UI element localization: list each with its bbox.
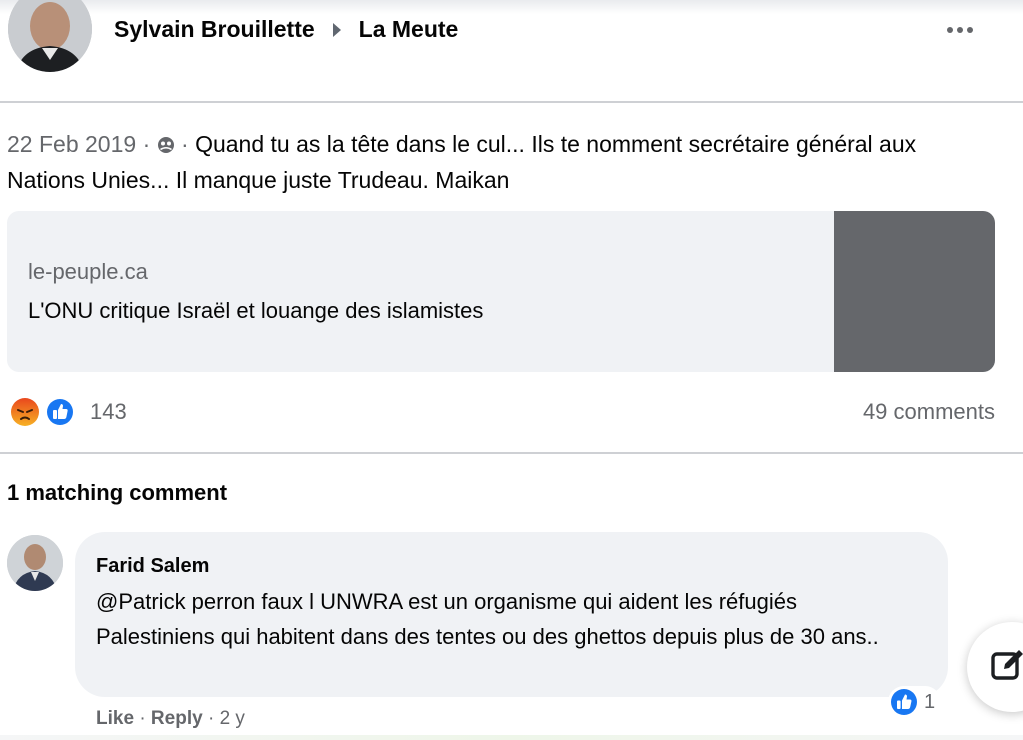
comment-text: @Patrick perron faux l UNWRA est un orga… xyxy=(96,589,879,649)
post-body: 22 Feb 2019 · · Quand tu as la tête dans… xyxy=(7,126,967,198)
comment-like-button[interactable]: Like xyxy=(96,708,134,729)
reactions-row: 143 49 comments xyxy=(0,392,1023,436)
action-separator: · xyxy=(139,708,146,729)
comment-like-count: 1 xyxy=(924,690,936,713)
group-privacy-icon[interactable] xyxy=(157,136,175,154)
meta-separator: · xyxy=(142,131,151,157)
author-line: Sylvain Brouillette La Meute xyxy=(114,16,458,43)
commenter-avatar-image xyxy=(7,535,63,591)
like-reaction-icon xyxy=(891,689,917,715)
author-avatar[interactable] xyxy=(8,0,92,72)
comment-reaction-badge[interactable]: 1 xyxy=(888,686,942,718)
link-preview-card[interactable]: le-peuple.ca L'ONU critique Israël et lo… xyxy=(7,211,995,372)
comment-reply-button[interactable]: Reply xyxy=(151,708,203,729)
link-domain: le-peuple.ca xyxy=(28,259,148,284)
reaction-count[interactable]: 143 xyxy=(90,399,127,425)
new-message-button[interactable] xyxy=(967,622,1023,712)
comment-actions: Like · Reply · 2 y xyxy=(96,708,245,730)
more-dot-icon xyxy=(967,27,973,33)
comment-bubble: Farid Salem @Patrick perron faux l UNWRA… xyxy=(75,532,948,697)
like-reaction-icon[interactable] xyxy=(45,397,75,427)
action-separator: · xyxy=(207,708,215,729)
angry-reaction-icon[interactable] xyxy=(10,397,40,427)
post-header: Sylvain Brouillette La Meute xyxy=(0,0,1023,100)
header-divider xyxy=(0,101,1023,103)
author-name-link[interactable]: Sylvain Brouillette xyxy=(114,16,315,43)
link-thumbnail xyxy=(834,211,995,372)
comment-age-link[interactable]: 2 y xyxy=(220,708,245,729)
group-name-link[interactable]: La Meute xyxy=(359,16,459,43)
shared-to-arrow-icon xyxy=(332,22,341,37)
compose-edit-icon xyxy=(991,650,1023,680)
more-dot-icon xyxy=(947,27,953,33)
more-dot-icon xyxy=(957,27,963,33)
post-page: Sylvain Brouillette La Meute 22 Feb 2019… xyxy=(0,0,1023,740)
comment-author-link[interactable]: Farid Salem xyxy=(96,555,209,578)
meta-separator: · xyxy=(181,131,189,157)
commenter-avatar[interactable] xyxy=(7,535,63,591)
matching-comments-title: 1 matching comment xyxy=(7,480,228,505)
bottom-edge xyxy=(0,735,1023,740)
more-options-button[interactable] xyxy=(942,18,978,42)
post-date-link[interactable]: 22 Feb 2019 xyxy=(7,131,136,157)
author-avatar-image xyxy=(8,0,92,72)
link-headline: L'ONU critique Israël et louange des isl… xyxy=(28,298,484,323)
comments-count-link[interactable]: 49 comments xyxy=(863,399,995,425)
reactions-divider xyxy=(0,452,1023,454)
